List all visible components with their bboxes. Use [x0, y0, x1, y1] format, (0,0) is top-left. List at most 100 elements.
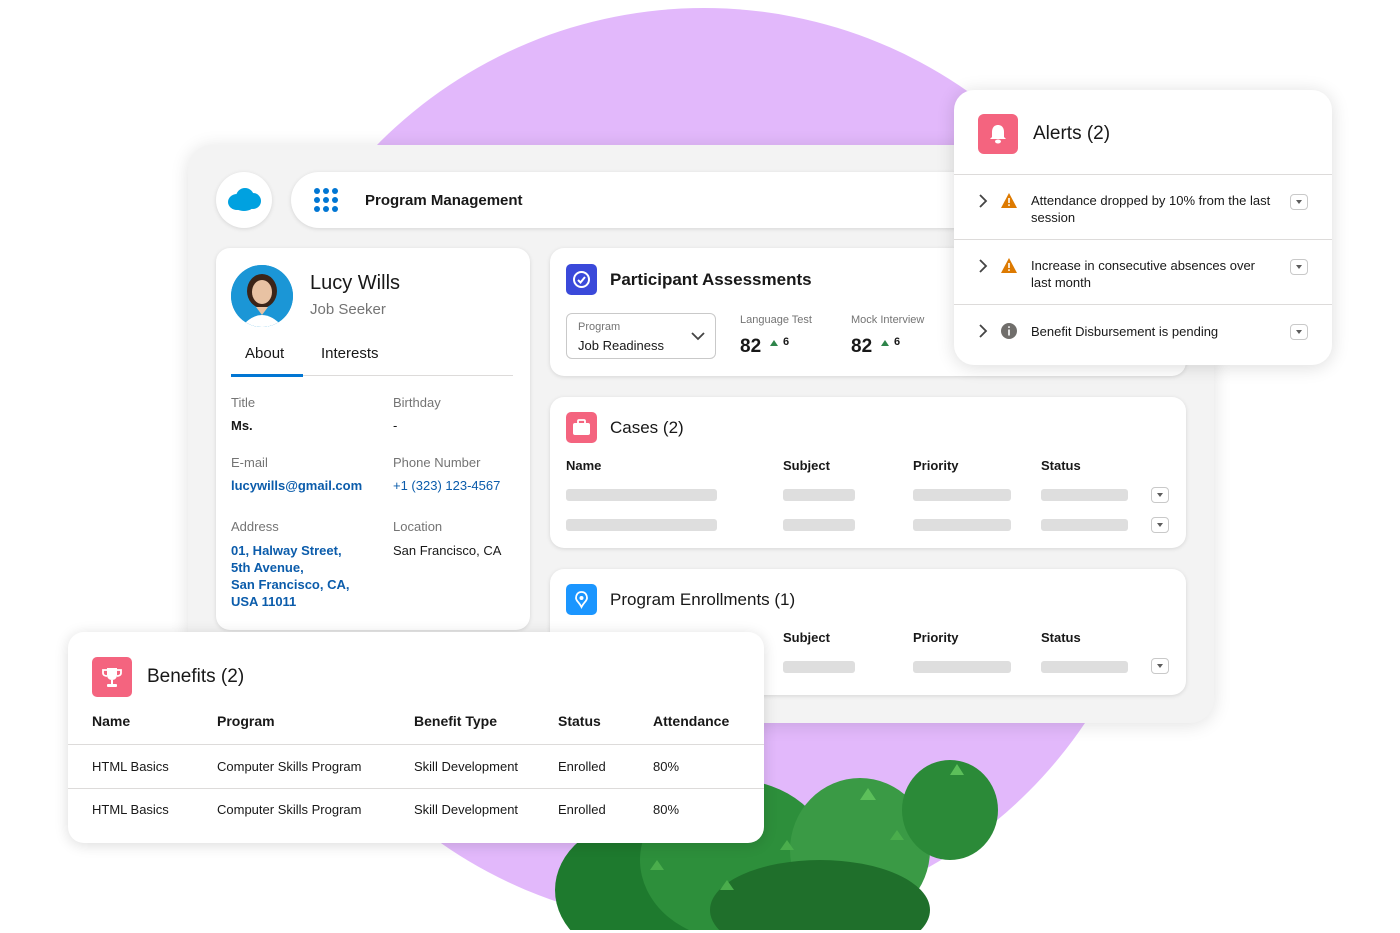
trophy-icon [92, 657, 132, 697]
column-header[interactable]: Name [566, 458, 601, 473]
benefits-header: Benefits (2) [92, 657, 244, 697]
column-header[interactable]: Status [558, 713, 601, 729]
phone-label: Phone Number [393, 455, 481, 470]
email-label: E-mail [231, 455, 268, 470]
caret-down-icon [1296, 265, 1302, 269]
alert-action-dropdown[interactable] [1290, 259, 1308, 275]
row-action-dropdown[interactable] [1151, 658, 1169, 674]
row-divider [68, 788, 764, 789]
row-action-dropdown[interactable] [1151, 517, 1169, 533]
column-header[interactable]: Benefit Type [414, 713, 497, 729]
address-line[interactable]: USA 11011 [231, 593, 296, 610]
mock-interview-delta: 6 [894, 336, 901, 348]
phone-link[interactable]: +1 (323) 123-4567 [393, 477, 500, 494]
benefit-status: Enrolled [558, 802, 606, 817]
alerts-header: Alerts (2) [978, 114, 1110, 154]
loading-placeholder [913, 519, 1011, 531]
language-test-score: 82 [740, 336, 762, 357]
enrollment-icon [566, 584, 597, 615]
column-header[interactable]: Status [1041, 630, 1081, 645]
address-line[interactable]: San Francisco, CA, [231, 576, 349, 593]
benefit-program: Computer Skills Program [217, 759, 362, 774]
caret-down-icon [1157, 493, 1163, 497]
alert-text: Benefit Disbursement is pending [1031, 324, 1219, 339]
profile-tabs: About Interests [231, 342, 513, 377]
briefcase-icon [566, 412, 597, 443]
loading-placeholder [913, 661, 1011, 673]
alert-text: Increase in consecutive absences over la… [1031, 258, 1256, 290]
benefits-title: Benefits (2) [147, 666, 245, 687]
chevron-right-icon[interactable] [978, 323, 988, 339]
alerts-panel: Alerts (2) Attendance dropped by 10% fro… [954, 90, 1332, 365]
loading-placeholder [783, 519, 855, 531]
tab-about[interactable]: About [245, 345, 284, 362]
program-select[interactable]: Program Job Readiness [566, 313, 716, 359]
loading-placeholder [783, 489, 855, 501]
email-link[interactable]: lucywills@gmail.com [231, 477, 362, 494]
cases-card: Cases (2) Name Subject Priority Status [550, 397, 1186, 548]
avatar [231, 265, 293, 327]
column-header[interactable]: Subject [783, 630, 830, 645]
assessments-header: Participant Assessments [566, 264, 812, 295]
benefit-attendance: 80% [653, 759, 680, 774]
caret-down-icon [1157, 523, 1163, 527]
benefit-name: HTML Basics [92, 802, 169, 817]
assessments-title: Participant Assessments [610, 269, 812, 289]
app-title: Program Management [365, 191, 523, 209]
loading-placeholder [1041, 489, 1128, 501]
benefit-status: Enrolled [558, 759, 606, 774]
chevron-down-icon [691, 332, 705, 341]
row-action-dropdown[interactable] [1151, 487, 1169, 503]
address-label: Address [231, 519, 279, 534]
program-select-value: Job Readiness [578, 338, 664, 353]
benefit-attendance: 80% [653, 802, 680, 817]
title-label: Title [231, 395, 256, 410]
enrollments-title: Program Enrollments (1) [610, 589, 796, 609]
mock-interview-label: Mock Interview [851, 314, 925, 326]
language-test-label: Language Test [740, 314, 812, 326]
alert-item[interactable]: Attendance dropped by 10% from the last … [954, 174, 1332, 240]
profile-card: Lucy Wills Job Seeker About Interests Ti… [216, 248, 530, 630]
caret-down-icon [1157, 664, 1163, 668]
alert-action-dropdown[interactable] [1290, 194, 1308, 210]
chevron-right-icon[interactable] [978, 193, 988, 209]
column-header[interactable]: Subject [783, 458, 830, 473]
row-divider [68, 744, 764, 745]
location-value: San Francisco, CA [393, 543, 502, 558]
mock-interview-score: 82 [851, 336, 873, 357]
tab-interests[interactable]: Interests [321, 345, 379, 362]
column-header[interactable]: Priority [913, 630, 959, 645]
birthday-label: Birthday [393, 395, 441, 410]
alert-item[interactable]: Increase in consecutive absences over la… [954, 239, 1332, 305]
location-label: Location [393, 519, 443, 534]
loading-placeholder [1041, 519, 1128, 531]
column-header[interactable]: Name [92, 713, 130, 729]
chevron-right-icon[interactable] [978, 258, 988, 274]
caret-down-icon [1296, 330, 1302, 334]
benefit-type: Skill Development [414, 759, 519, 774]
address-line[interactable]: 5th Avenue, [231, 559, 304, 576]
column-header[interactable]: Program [217, 713, 275, 729]
alert-item[interactable]: Benefit Disbursement is pending [954, 304, 1332, 364]
alert-action-dropdown[interactable] [1290, 324, 1308, 340]
cloud-logo-icon [228, 188, 261, 211]
app-launcher-icon[interactable] [313, 187, 339, 213]
info-icon [1001, 323, 1017, 339]
column-header[interactable]: Attendance [653, 713, 729, 729]
warning-icon [1001, 258, 1017, 273]
column-header[interactable]: Priority [913, 458, 959, 473]
trend-up-icon [881, 340, 889, 346]
profile-name: Lucy Wills [310, 272, 401, 294]
loading-placeholder [566, 489, 717, 501]
alert-text: Attendance dropped by 10% from the last … [1031, 193, 1271, 225]
loading-placeholder [566, 519, 717, 531]
loading-placeholder [913, 489, 1011, 501]
column-header[interactable]: Status [1041, 458, 1081, 473]
language-test-delta: 6 [783, 336, 790, 348]
program-select-label: Program [578, 321, 621, 333]
birthday-value: - [393, 418, 398, 433]
alerts-title: Alerts (2) [1033, 123, 1111, 144]
app-logo-button[interactable] [216, 172, 272, 228]
benefit-name: HTML Basics [92, 759, 169, 774]
address-line[interactable]: 01, Halway Street, [231, 542, 342, 559]
